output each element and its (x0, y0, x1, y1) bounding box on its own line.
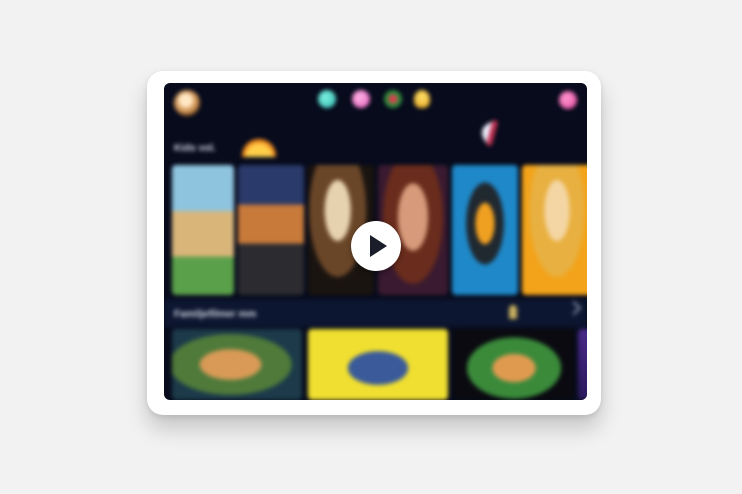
tablet-frame: Kids vol. Familjefilmer mm (147, 71, 601, 415)
poster-blonde-girl[interactable] (522, 165, 587, 295)
avatar-icon[interactable] (174, 90, 200, 116)
play-icon (370, 235, 387, 257)
flower-icon[interactable] (384, 90, 402, 108)
pink-character-icon[interactable] (352, 90, 370, 108)
pin-icon (509, 305, 517, 319)
top-bar (164, 83, 587, 139)
tile-purple[interactable] (578, 329, 587, 400)
teal-character-icon[interactable] (318, 90, 336, 108)
sun-icon (242, 139, 276, 157)
row-title-kids: Kids vol. (174, 143, 216, 154)
balloon-icon[interactable] (414, 90, 430, 108)
poster-fox[interactable] (238, 165, 304, 295)
tile-kids[interactable] (172, 329, 302, 400)
row-title-family: Familjefilmer mm (174, 309, 257, 320)
tile-couple[interactable] (308, 329, 448, 400)
poster-giraffe[interactable] (172, 165, 234, 295)
play-button[interactable] (351, 221, 401, 271)
profile-icon[interactable] (559, 91, 577, 109)
tile-row (172, 329, 587, 400)
tile-monster[interactable] (454, 329, 574, 400)
app-screen: Kids vol. Familjefilmer mm (164, 83, 587, 400)
poster-hero[interactable] (452, 165, 518, 295)
